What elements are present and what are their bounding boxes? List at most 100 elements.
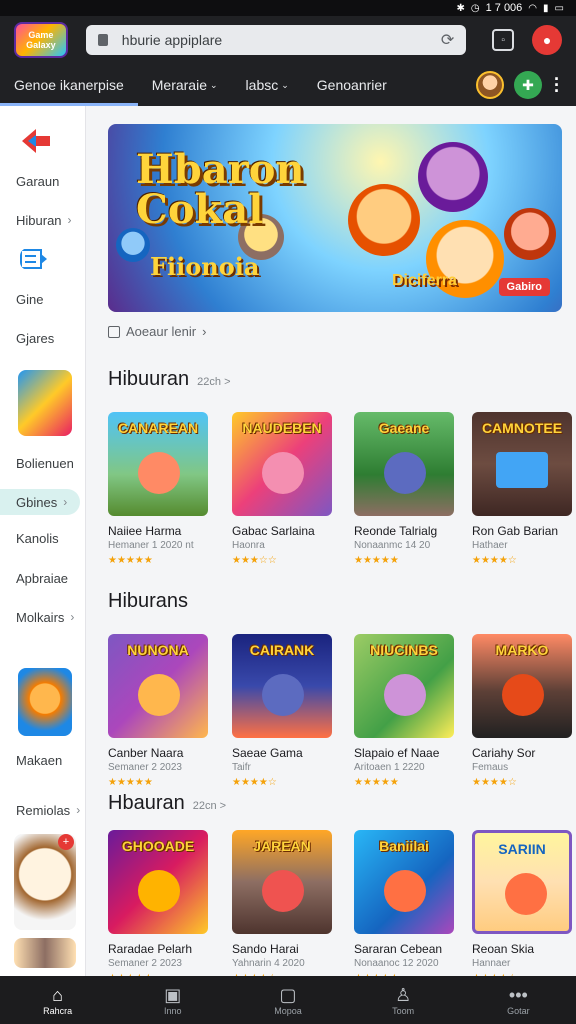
game-name: Sando Harai — [232, 942, 299, 956]
chevron-down-icon: ⌄ — [281, 79, 289, 90]
game-name: Naiiee Harma — [108, 524, 182, 538]
game-card[interactable]: SARIIN Reoan Skia Hannaer ★★★★☆ — [472, 830, 572, 976]
nav-tab-2[interactable]: labsc ⌄ — [232, 64, 303, 106]
alarm-icon: ◷ — [470, 2, 480, 14]
bottom-nav-home[interactable]: ⌂ Rahcra — [18, 984, 98, 1016]
bottom-nav-bag[interactable]: ▢ Mopoa — [248, 984, 328, 1016]
game-thumbnail[interactable]: NUNONA — [108, 634, 208, 738]
game-thumbnail[interactable]: NIUCINBS — [354, 634, 454, 738]
more-menu-icon[interactable]: · · · — [552, 70, 562, 100]
hero-banner[interactable]: Hbaron Cokal Fiionoia Diciferra Gabiro — [108, 124, 562, 312]
game-thumbnail[interactable]: SARIIN — [472, 830, 572, 934]
game-card[interactable]: JAREAN Sando Harai Yahnarin 4 2020 ★★★★☆ — [232, 830, 332, 976]
sidebar-item-2[interactable]: Gine — [0, 286, 86, 312]
section-title-text: Hiburans — [108, 590, 189, 612]
game-name: Sararan Cebean — [354, 942, 443, 956]
sidebar-item-label: Molkairs — [16, 609, 65, 625]
game-card[interactable]: Gaeane Reonde Talrialg Nonaanmc 14 20 ★★… — [354, 412, 454, 566]
notification-badge: + — [58, 834, 74, 850]
game-card[interactable]: Baniilai Sararan Cebean Nonaanoc 12 2020… — [354, 830, 454, 976]
game-thumbnail[interactable]: JAREAN — [232, 830, 332, 934]
section-more-link[interactable]: 22ch > — [197, 376, 230, 388]
sidebar-item-label: Hiburan — [16, 212, 62, 228]
store-icon: ▣ — [164, 985, 182, 1005]
character-art — [262, 674, 304, 716]
reload-icon[interactable]: ⟳ — [441, 30, 454, 50]
bottom-nav-store[interactable]: ▣ Inno — [133, 984, 213, 1016]
category-nav: Genoe ikanerpise Meraraie ⌄ labsc ⌄ Genoan… — [0, 64, 576, 106]
game-card[interactable]: MARKO Cariahy Sor Femaus ★★★★☆ — [472, 634, 572, 788]
top-bar: Game Galaxy hburie appiplare ⟳ ▫ ● — [0, 16, 576, 64]
game-thumbnail[interactable]: GHOOADE — [108, 830, 208, 934]
status-bar: ✱ ◷ 1 7 006 ◠ ▮ ▭ — [0, 0, 576, 16]
logo-text: Game Galaxy — [26, 30, 56, 50]
game-thumbnail[interactable]: Baniilai — [354, 830, 454, 934]
sidebar-item-1[interactable]: Hiburan › — [0, 207, 86, 233]
game-thumb-icon[interactable] — [18, 370, 72, 436]
bottom-nav-profile[interactable]: ♙ Toom — [363, 984, 443, 1016]
chevron-right-icon: › — [76, 803, 81, 817]
game-thumbnail[interactable]: CANAREAN — [108, 412, 208, 516]
main-content: Hbaron Cokal Fiionoia Diciferra Gabiro Ao… — [86, 106, 576, 976]
sidebar-item-9[interactable]: Makaen — [0, 747, 86, 773]
section-title[interactable]: Hibuuran 22ch > — [108, 368, 231, 391]
sidebar-item-7[interactable]: Apbraiae — [0, 565, 86, 591]
game-thumbnail[interactable]: MARKO — [472, 634, 572, 738]
search-bar[interactable]: hburie appiplare ⟳ — [85, 25, 467, 55]
game-thumb-icon[interactable] — [18, 668, 72, 736]
share-button[interactable]: ✚ — [514, 71, 542, 99]
character-art — [505, 873, 547, 915]
lock-icon — [97, 34, 108, 46]
nav-tab-0[interactable]: Genoe ikanerpise — [0, 64, 138, 106]
hero-character — [348, 184, 420, 256]
sidebar-item-10[interactable]: Remiolas › — [0, 797, 86, 823]
section-title[interactable]: Hbauran 22cn > — [108, 792, 226, 815]
list-icon[interactable] — [20, 248, 48, 270]
section-title[interactable]: Hiburans — [108, 590, 196, 613]
game-card[interactable]: CAIRANK Saeae Gama Taifr ★★★★☆ — [232, 634, 332, 788]
avatar[interactable] — [476, 71, 504, 99]
record-button[interactable]: ● — [532, 25, 563, 55]
sidebar-item-8[interactable]: Molkairs › — [0, 604, 86, 630]
game-thumb-icon[interactable] — [14, 938, 76, 968]
app-logo[interactable]: Game Galaxy — [14, 22, 68, 58]
section-more-link[interactable]: 22cn > — [193, 800, 226, 812]
tabs-button[interactable]: ▫ — [492, 29, 515, 51]
game-card[interactable]: NUNONA Canber Naara Semaner 2 2023 ★★★★★ — [108, 634, 208, 788]
bottom-nav-label: Inno — [164, 1006, 182, 1016]
sidebar-item-4[interactable]: Bolienuen — [0, 450, 86, 476]
character-art — [384, 674, 426, 716]
nav-tab-3[interactable]: Genoanrier — [303, 64, 401, 106]
game-card[interactable]: NAUDEBEN Gabac Sarlaina Haonra ★★★☆☆ — [232, 412, 332, 566]
sidebar-item-0[interactable]: Garaun — [0, 168, 86, 194]
sidebar-item-5[interactable]: Gbines › — [0, 489, 80, 515]
game-name: Saeae Gama — [232, 746, 303, 760]
chevron-right-icon: › — [202, 324, 207, 339]
about-link[interactable]: Aoeaur lenir › — [108, 324, 206, 339]
dog-mascot-icon[interactable]: + — [14, 834, 76, 930]
game-card[interactable]: GHOOADE Raradae Pelarh Semaner 2 2023 ★★… — [108, 830, 208, 976]
sidebar-item-6[interactable]: Kanolis — [0, 525, 86, 551]
game-thumbnail[interactable]: CAMNOTEE — [472, 412, 572, 516]
sidebar-item-3[interactable]: Gjares — [0, 325, 86, 351]
game-thumbnail[interactable]: CAIRANK — [232, 634, 332, 738]
game-card[interactable]: CAMNOTEE Ron Gab Barian Hathaer ★★★★☆ — [472, 412, 572, 566]
bottom-nav-more[interactable]: ••• Gotar — [478, 984, 558, 1016]
nav-tab-1[interactable]: Meraraie ⌄ — [138, 64, 232, 106]
profile-icon: ♙ — [395, 985, 412, 1005]
game-thumbnail[interactable]: NAUDEBEN — [232, 412, 332, 516]
bag-icon: ▢ — [279, 985, 297, 1005]
game-card[interactable]: CANAREAN Naiiee Harma Hemaner 1 2020 nt … — [108, 412, 208, 566]
hero-tag: Diciferra — [392, 272, 457, 289]
character-art — [138, 674, 180, 716]
game-card[interactable]: NIUCINBS Slapaio ef Naae Aritoaen 1 2220… — [354, 634, 454, 788]
game-thumbnail[interactable]: Gaeane — [354, 412, 454, 516]
play-icon[interactable] — [20, 126, 52, 156]
game-name: Ron Gab Barian — [472, 524, 559, 538]
hero-title: Hbaron Cokal — [136, 150, 305, 230]
search-input[interactable]: hburie appiplare — [122, 32, 441, 48]
bottom-nav-label: Gotar — [507, 1006, 530, 1016]
rating-stars: ★★★★★ — [108, 555, 153, 566]
hero-badge[interactable]: Gabiro — [498, 278, 550, 296]
home-icon: ⌂ — [52, 985, 64, 1005]
